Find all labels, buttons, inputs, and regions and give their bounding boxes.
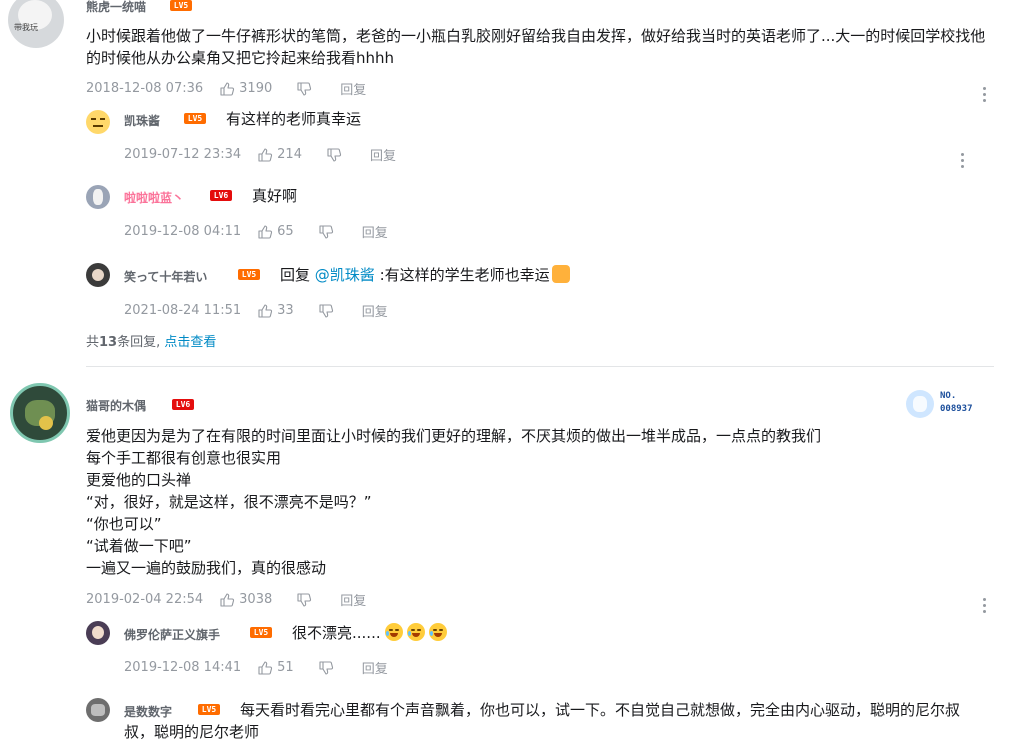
thumb-up-icon — [257, 147, 273, 163]
like-button[interactable]: 51 — [257, 660, 294, 676]
laughing-crying-emoji-icon — [384, 623, 403, 641]
thumb-up-icon — [219, 592, 235, 608]
reply-prefix: 回复 — [280, 266, 315, 284]
reply-count-summary: 共13条回复, 点击查看 — [86, 335, 217, 350]
comment-text: 爱他更因为是为了在有限的时间里面让小时候的我们更好的理解，不厌其烦的做出一堆半成… — [86, 427, 822, 577]
more-options-icon[interactable] — [982, 598, 986, 614]
avatar[interactable]: 带我玩 — [8, 0, 64, 48]
avatar[interactable] — [86, 185, 110, 209]
reply-text: 回复 @凯珠酱 :有这样的学生老师也幸运 — [280, 264, 570, 286]
username[interactable]: 凯珠酱 — [124, 112, 160, 129]
reply-button[interactable]: 回复 — [340, 79, 366, 98]
like-button[interactable]: 65 — [257, 224, 294, 240]
reply-meta: 2019-07-12 23:34 214 回复 — [124, 145, 396, 164]
reply-text: 很不漂亮...... — [292, 622, 447, 644]
reply-text: 每天看时看完心里都有个声音飘着，你也可以，试一下。不自觉自己就想做，完全由内心驱… — [124, 701, 961, 741]
like-count: 33 — [277, 303, 294, 318]
comment-text: 小时候跟着他做了一牛仔裤形状的笔筒，老爸的一小瓶白乳胶刚好留给我自由发挥，做好给… — [86, 27, 986, 67]
level-badge: LV5 — [170, 0, 192, 11]
fan-badge: NO. 008937 — [906, 388, 992, 420]
thumb-up-icon — [219, 81, 235, 97]
avatar[interactable] — [86, 621, 110, 645]
reply-button[interactable]: 回复 — [362, 301, 388, 320]
reply-button[interactable]: 回复 — [370, 145, 396, 164]
level-badge: LV5 — [238, 269, 260, 280]
dislike-button[interactable] — [318, 303, 334, 319]
username[interactable]: 啦啦啦蓝丶 — [124, 189, 184, 206]
reply-meta: 2019-12-08 14:41 51 回复 — [124, 658, 388, 677]
like-count: 3190 — [239, 81, 273, 96]
thumb-down-icon — [318, 660, 334, 676]
more-options-icon[interactable] — [960, 153, 964, 169]
reply-date: 2021-08-24 11:51 — [124, 303, 242, 318]
dislike-button[interactable] — [318, 660, 334, 676]
avatar[interactable] — [10, 383, 70, 443]
reply-body: :有这样的学生老师也幸运 — [374, 266, 550, 284]
username[interactable]: 熊虎一统喵 — [86, 0, 146, 15]
comment-date: 2018-12-08 07:36 — [86, 81, 204, 96]
laughing-crying-emoji-icon — [428, 623, 447, 641]
reply-text: 真好啊 — [252, 187, 298, 205]
like-count: 3038 — [239, 592, 273, 607]
like-count: 51 — [277, 660, 294, 675]
username[interactable]: 猫哥的木偶 — [86, 397, 146, 414]
level-badge: LV6 — [172, 399, 194, 410]
thumb-up-icon — [257, 660, 273, 676]
comment-meta: 2018-12-08 07:36 3190 回复 — [86, 79, 366, 98]
reply-meta: 2021-08-24 11:51 33 回复 — [124, 301, 388, 320]
thumb-up-icon — [257, 224, 273, 240]
thumb-down-icon — [296, 81, 312, 97]
dislike-button[interactable] — [318, 224, 334, 240]
level-badge: LV6 — [210, 190, 232, 201]
level-badge: LV5 — [250, 627, 272, 638]
reply-button[interactable]: 回复 — [340, 590, 366, 609]
like-button[interactable]: 3190 — [219, 81, 272, 97]
thumb-down-icon — [318, 303, 334, 319]
like-count: 65 — [277, 224, 294, 239]
like-button[interactable]: 214 — [257, 147, 302, 163]
dislike-button[interactable] — [296, 81, 312, 97]
username[interactable]: 笑って十年若い — [124, 268, 207, 285]
fan-badge-icon — [906, 390, 934, 418]
thumb-up-icon — [257, 303, 273, 319]
dislike-button[interactable] — [296, 592, 312, 608]
avatar[interactable] — [86, 698, 110, 722]
level-badge: LV5 — [184, 113, 206, 124]
comment-divider — [86, 366, 994, 367]
reply-date: 2019-12-08 04:11 — [124, 224, 242, 239]
reply-text: 有这样的老师真幸运 — [226, 110, 362, 128]
more-options-icon[interactable] — [982, 87, 986, 103]
comment-meta: 2019-02-04 22:54 3038 回复 — [86, 590, 366, 609]
view-replies-link[interactable]: 点击查看 — [164, 335, 216, 350]
thumb-down-icon — [318, 224, 334, 240]
reply-meta: 2019-12-08 04:11 65 回复 — [124, 222, 388, 241]
like-count: 214 — [277, 147, 302, 162]
like-button[interactable]: 3038 — [219, 592, 272, 608]
comment-date: 2019-02-04 22:54 — [86, 592, 204, 607]
avatar-caption: 带我玩 — [14, 23, 38, 32]
like-button[interactable]: 33 — [257, 303, 294, 319]
dislike-button[interactable] — [326, 147, 342, 163]
mention-link[interactable]: @凯珠酱 — [315, 266, 375, 284]
reply-button[interactable]: 回复 — [362, 222, 388, 241]
thumb-down-icon — [326, 147, 342, 163]
avatar[interactable] — [86, 263, 110, 287]
avatar[interactable] — [86, 110, 110, 134]
reply-date: 2019-07-12 23:34 — [124, 147, 242, 162]
reply-button[interactable]: 回复 — [362, 658, 388, 677]
cat-emoji-icon — [551, 265, 570, 283]
thumb-down-icon — [296, 592, 312, 608]
reply-date: 2019-12-08 14:41 — [124, 660, 242, 675]
laughing-crying-emoji-icon — [406, 623, 425, 641]
username[interactable]: 佛罗伦萨正义旗手 — [124, 626, 220, 643]
